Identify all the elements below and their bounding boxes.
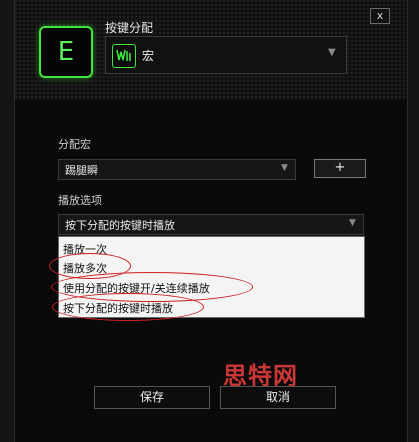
playback-option[interactable]: 按下分配的按键时播放 [63, 300, 173, 316]
macro-waveform-icon [112, 44, 136, 68]
key-badge: E [39, 26, 93, 78]
assign-function-select[interactable]: 宏 ▼ [105, 36, 347, 74]
playback-option[interactable]: 使用分配的按键开/关连续播放 [63, 280, 210, 296]
dropdown-arrow-icon: ▼ [281, 163, 288, 173]
assign-title: 按键分配 [105, 21, 154, 35]
playback-option[interactable]: 播放多次 [63, 260, 107, 276]
playback-select-value: 按下分配的按键时播放 [65, 219, 175, 232]
add-macro-button[interactable]: + [314, 159, 366, 178]
close-button[interactable]: x [370, 8, 390, 24]
macro-label: 分配宏 [58, 138, 91, 151]
dropdown-arrow-icon: ▼ [349, 218, 356, 228]
playback-option[interactable]: 播放一次 [63, 241, 107, 257]
macro-select[interactable]: 踢腿瞬 ▼ [58, 159, 296, 180]
playback-label: 播放选项 [58, 194, 102, 207]
key-assignment-dialog: x E 按键分配 宏 ▼ 分配宏 踢腿瞬 ▼ + 播放选项 按下分配的按键时播放… [14, 0, 408, 442]
macro-select-value: 踢腿瞬 [65, 164, 98, 177]
dropdown-arrow-icon: ▼ [328, 47, 336, 58]
playback-options-list: 播放一次 播放多次 使用分配的按键开/关连续播放 按下分配的按键时播放 [58, 236, 365, 318]
background-panel-left [0, 0, 15, 442]
cancel-button[interactable]: 取消 [220, 386, 336, 409]
assign-function-value: 宏 [142, 49, 155, 63]
key-label: E [57, 37, 75, 67]
playback-select[interactable]: 按下分配的按键时播放 ▼ [58, 214, 364, 235]
save-button[interactable]: 保存 [94, 386, 210, 409]
